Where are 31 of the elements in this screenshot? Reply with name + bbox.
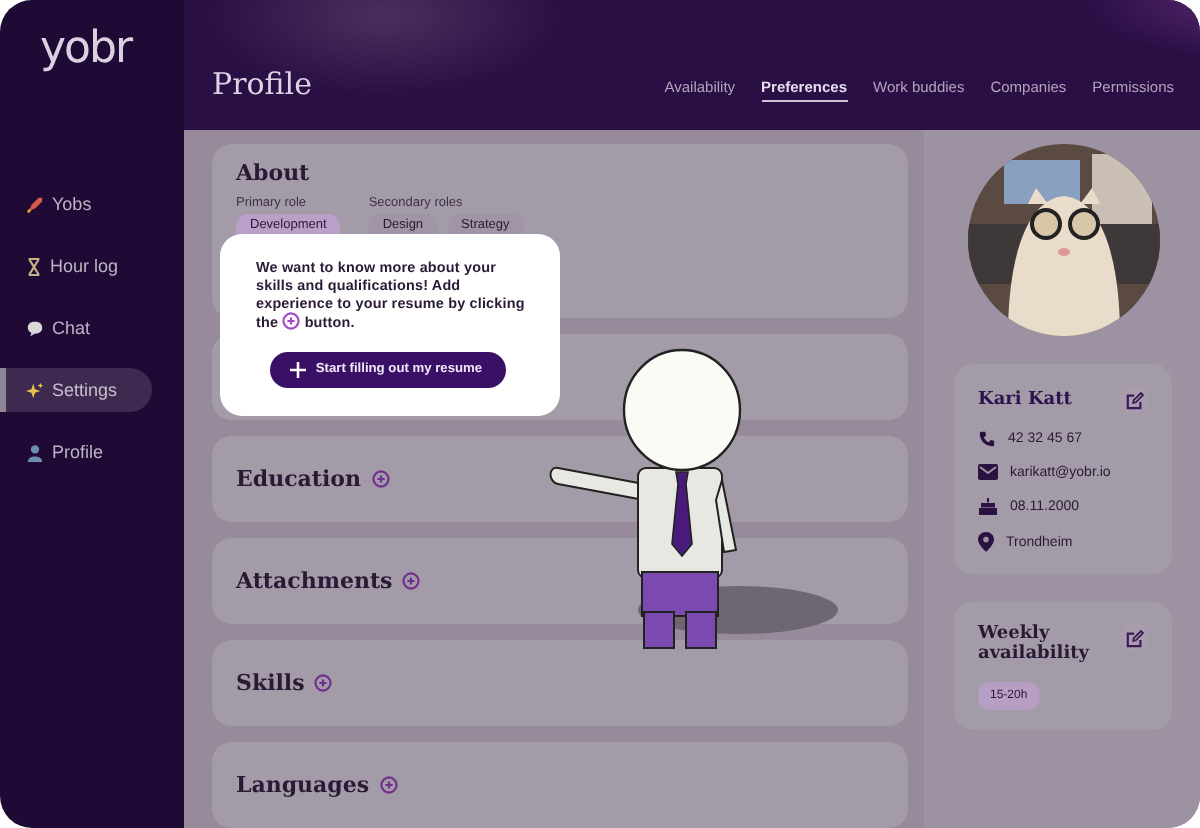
mail-icon <box>978 464 998 480</box>
speech-bubble-icon <box>26 319 44 337</box>
rocket-icon <box>26 195 44 213</box>
sidebar-item[interactable]: Yobs <box>0 182 152 226</box>
section-title: Attachments <box>236 568 393 594</box>
section-title: Languages <box>236 772 370 798</box>
plus-circle-icon[interactable] <box>402 572 421 590</box>
plus-circle-icon[interactable] <box>314 674 333 692</box>
section-title: Weekly availability <box>978 624 1092 664</box>
plus-circle-icon[interactable] <box>282 312 301 330</box>
cake-icon <box>978 496 998 516</box>
edit-button[interactable] <box>1120 624 1148 652</box>
profile-name: Kari Katt <box>978 390 1072 410</box>
sidebar-item[interactable]: Chat <box>0 306 152 350</box>
hourglass-icon <box>26 257 42 275</box>
sidebar-item[interactable]: Profile <box>0 430 152 474</box>
edit-button[interactable] <box>1120 386 1148 414</box>
section-title: Education <box>236 466 361 492</box>
page-title: Profile <box>212 66 312 102</box>
pin-icon <box>978 532 994 552</box>
section-title: About <box>236 160 310 186</box>
phone-icon <box>978 430 996 448</box>
plus-circle-icon[interactable] <box>371 470 389 488</box>
sidebar-item[interactable]: Settings <box>0 368 152 412</box>
sparkle-icon <box>26 381 44 399</box>
plus-icon <box>289 361 306 377</box>
plus-circle-icon[interactable] <box>379 776 398 794</box>
section-title: Skills <box>236 670 305 696</box>
sidebar-item[interactable]: Hour log <box>0 244 152 288</box>
person-icon <box>26 443 44 461</box>
logo: yobr <box>40 24 135 78</box>
